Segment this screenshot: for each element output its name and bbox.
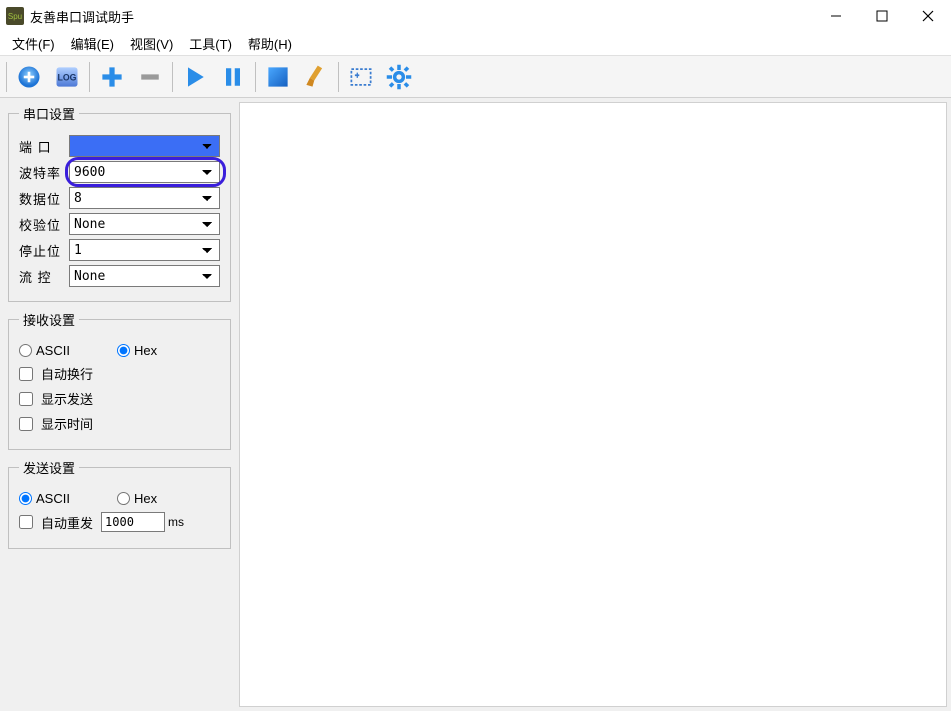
parity-label: 校验位: [19, 215, 69, 234]
show-send-label: 显示发送: [41, 389, 93, 408]
add-circle-icon: [15, 63, 43, 91]
window-button[interactable]: [260, 59, 296, 95]
main-area: 串口设置 端 口 波特率 9600 数据位 8: [0, 98, 951, 711]
new-window-button[interactable]: [343, 59, 379, 95]
recv-settings-group: 接收设置 ASCII Hex 自动换行 显示发送: [8, 310, 231, 450]
pause-icon: [219, 63, 247, 91]
menubar: 文件(F) 编辑(E) 视图(V) 工具(T) 帮助(H): [0, 32, 951, 56]
maximize-button[interactable]: [859, 0, 905, 32]
serial-settings-legend: 串口设置: [19, 104, 79, 123]
send-settings-legend: 发送设置: [19, 458, 79, 477]
stop-bits-label: 停止位: [19, 241, 69, 260]
svg-text:LOG: LOG: [58, 72, 77, 82]
minus-icon: [136, 63, 164, 91]
recv-hex-radio[interactable]: [117, 344, 130, 357]
add-button[interactable]: [94, 59, 130, 95]
auto-resend-label: 自动重发: [41, 513, 93, 532]
flow-label: 流 控: [19, 267, 69, 286]
gear-icon: [385, 63, 413, 91]
data-bits-select[interactable]: 8: [69, 187, 220, 209]
menu-help[interactable]: 帮助(H): [240, 31, 300, 56]
window-controls: [813, 0, 951, 32]
stop-bits-select[interactable]: 1: [69, 239, 220, 261]
show-time-label: 显示时间: [41, 414, 93, 433]
window-icon: [264, 63, 292, 91]
brush-icon: [302, 63, 330, 91]
pause-button[interactable]: [215, 59, 251, 95]
data-bits-label: 数据位: [19, 189, 69, 208]
parity-select[interactable]: None: [69, 213, 220, 235]
recv-hex-label: Hex: [134, 343, 157, 358]
log-icon: LOG: [53, 63, 81, 91]
separator: [6, 62, 7, 92]
send-ascii-label: ASCII: [36, 491, 70, 506]
log-button[interactable]: LOG: [49, 59, 85, 95]
window-title: 友善串口调试助手: [30, 7, 813, 26]
menu-file[interactable]: 文件(F): [4, 31, 63, 56]
auto-wrap-label: 自动换行: [41, 364, 93, 383]
settings-button[interactable]: [381, 59, 417, 95]
separator: [255, 62, 256, 92]
menu-view[interactable]: 视图(V): [122, 31, 181, 56]
send-ascii-radio[interactable]: [19, 492, 32, 505]
interval-unit: ms: [168, 515, 184, 529]
toolbar: LOG: [0, 56, 951, 98]
sidebar: 串口设置 端 口 波特率 9600 数据位 8: [0, 98, 239, 711]
show-time-checkbox[interactable]: [19, 417, 33, 431]
baud-label: 波特率: [19, 163, 69, 182]
flow-select[interactable]: None: [69, 265, 220, 287]
show-send-checkbox[interactable]: [19, 392, 33, 406]
output-area[interactable]: [239, 102, 947, 707]
new-window-icon: [347, 63, 375, 91]
add-port-button[interactable]: [11, 59, 47, 95]
separator: [172, 62, 173, 92]
recv-ascii-label: ASCII: [36, 343, 70, 358]
serial-settings-group: 串口设置 端 口 波特率 9600 数据位 8: [8, 104, 231, 302]
send-hex-label: Hex: [134, 491, 157, 506]
separator: [338, 62, 339, 92]
recv-settings-legend: 接收设置: [19, 310, 79, 329]
separator: [89, 62, 90, 92]
baud-select[interactable]: 9600: [69, 161, 220, 183]
clear-button[interactable]: [298, 59, 334, 95]
recv-ascii-radio[interactable]: [19, 344, 32, 357]
auto-wrap-checkbox[interactable]: [19, 367, 33, 381]
minimize-button[interactable]: [813, 0, 859, 32]
menu-tools[interactable]: 工具(T): [181, 31, 240, 56]
plus-icon: [98, 63, 126, 91]
auto-resend-checkbox[interactable]: [19, 515, 33, 529]
close-button[interactable]: [905, 0, 951, 32]
port-select[interactable]: [69, 135, 220, 157]
play-icon: [181, 63, 209, 91]
send-hex-radio[interactable]: [117, 492, 130, 505]
titlebar: Spu 友善串口调试助手: [0, 0, 951, 32]
resend-interval-input[interactable]: [101, 512, 165, 532]
menu-edit[interactable]: 编辑(E): [63, 31, 122, 56]
send-settings-group: 发送设置 ASCII Hex 自动重发 ms: [8, 458, 231, 549]
port-label: 端 口: [19, 137, 69, 156]
app-icon: Spu: [6, 7, 24, 25]
remove-button[interactable]: [132, 59, 168, 95]
start-button[interactable]: [177, 59, 213, 95]
